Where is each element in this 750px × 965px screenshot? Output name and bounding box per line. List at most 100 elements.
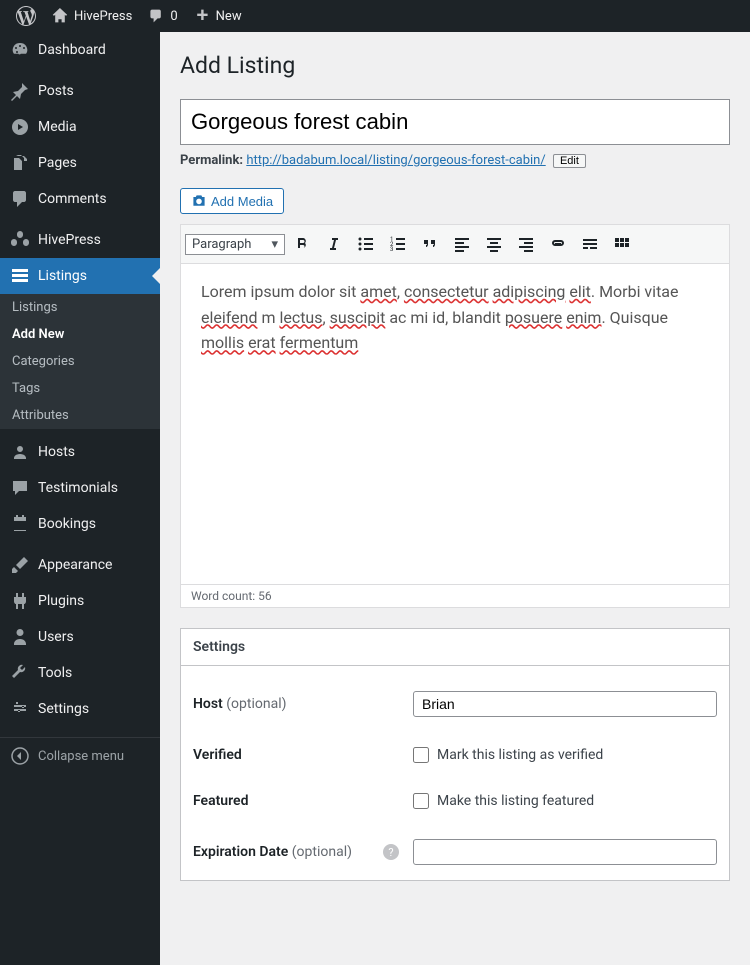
menu-posts[interactable]: Posts: [0, 73, 160, 109]
italic-button[interactable]: [319, 229, 349, 259]
permalink-row: Permalink: http://badabum.local/listing/…: [180, 153, 730, 168]
menu-label: Media: [38, 119, 77, 135]
more-button[interactable]: [575, 229, 605, 259]
brush-icon: [10, 555, 30, 575]
site-name[interactable]: HivePress: [44, 0, 140, 32]
ol-button[interactable]: 123: [383, 229, 413, 259]
svg-text:3: 3: [390, 246, 393, 253]
menu-label: Plugins: [38, 593, 84, 609]
menu-settings[interactable]: Settings: [0, 691, 160, 727]
link-button[interactable]: [543, 229, 573, 259]
submenu-listings: Listings Add New Categories Tags Attribu…: [0, 294, 160, 429]
menu-label: Listings: [38, 268, 87, 284]
toggle-toolbar-button[interactable]: [607, 229, 637, 259]
field-host: Host (optional): [193, 676, 717, 732]
new-label: New: [216, 9, 242, 24]
verified-label: Verified: [193, 747, 413, 763]
pin-icon: [10, 81, 30, 101]
plus-icon: [194, 8, 210, 24]
verified-checkbox[interactable]: [413, 747, 429, 763]
align-right-button[interactable]: [511, 229, 541, 259]
users-icon: [10, 442, 30, 462]
menu-hivepress[interactable]: HivePress: [0, 222, 160, 258]
menu-media[interactable]: Media: [0, 109, 160, 145]
expiration-input[interactable]: [413, 839, 717, 865]
field-featured: Featured Make this listing featured: [193, 778, 717, 824]
testimonial-icon: [10, 478, 30, 498]
media-icon: [10, 117, 30, 137]
wp-logo[interactable]: [8, 0, 44, 32]
dashboard-icon: [10, 40, 30, 60]
collapse-menu[interactable]: Collapse menu: [0, 737, 160, 774]
menu-appearance[interactable]: Appearance: [0, 547, 160, 583]
menu-label: Users: [38, 629, 74, 645]
menu-label: Hosts: [38, 444, 75, 460]
wordpress-icon: [16, 6, 36, 26]
menu-hosts[interactable]: Hosts: [0, 434, 160, 470]
home-icon: [52, 8, 68, 24]
submenu-item-attributes[interactable]: Attributes: [0, 402, 160, 429]
featured-checkbox-label: Make this listing featured: [437, 793, 594, 809]
bold-button[interactable]: [287, 229, 317, 259]
menu-listings[interactable]: Listings: [0, 258, 160, 294]
menu-comments[interactable]: Comments: [0, 181, 160, 217]
menu-tools[interactable]: Tools: [0, 655, 160, 691]
editor-toolbar: Paragraph 123: [181, 225, 729, 264]
format-select[interactable]: Paragraph: [185, 234, 285, 255]
permalink-link[interactable]: http://badabum.local/listing/gorgeous-fo…: [246, 153, 545, 168]
menu-label: Posts: [38, 83, 74, 99]
word-count: Word count: 56: [181, 584, 729, 607]
optional-label: (optional): [292, 844, 352, 860]
host-input[interactable]: [413, 691, 717, 717]
comments-link[interactable]: 0: [140, 0, 185, 32]
submenu-item-tags[interactable]: Tags: [0, 375, 160, 402]
align-left-button[interactable]: [447, 229, 477, 259]
add-media-button[interactable]: Add Media: [180, 188, 284, 214]
plugin-icon: [10, 591, 30, 611]
field-verified: Verified Mark this listing as verified: [193, 732, 717, 778]
editor: Paragraph 123 Lorem ipsum dolor sit amet…: [180, 224, 730, 608]
verified-checkbox-label: Mark this listing as verified: [437, 747, 603, 763]
quote-button[interactable]: [415, 229, 445, 259]
listing-title-input[interactable]: [180, 99, 730, 145]
camera-icon: [191, 193, 207, 209]
host-label: Host: [193, 696, 223, 712]
permalink-label: Permalink:: [180, 153, 243, 168]
collapse-label: Collapse menu: [38, 749, 124, 764]
menu-testimonials[interactable]: Testimonials: [0, 470, 160, 506]
menu-users[interactable]: Users: [0, 619, 160, 655]
ul-button[interactable]: [351, 229, 381, 259]
menu-dashboard[interactable]: Dashboard: [0, 32, 160, 68]
menu-label: Settings: [38, 701, 89, 717]
menu-bookings[interactable]: Bookings: [0, 506, 160, 542]
settings-box: Settings Host (optional) Verified Mark t…: [180, 628, 730, 881]
menu-pages[interactable]: Pages: [0, 145, 160, 181]
featured-checkbox[interactable]: [413, 793, 429, 809]
menu-label: Comments: [38, 191, 107, 207]
submenu-item-listings[interactable]: Listings: [0, 294, 160, 321]
listings-icon: [10, 266, 30, 286]
page-icon: [10, 153, 30, 173]
edit-slug-button[interactable]: Edit: [553, 154, 586, 168]
optional-label: (optional): [226, 696, 286, 712]
align-center-button[interactable]: [479, 229, 509, 259]
add-media-label: Add Media: [211, 194, 273, 209]
menu-label: HivePress: [38, 232, 101, 248]
expiration-label: Expiration Date: [193, 844, 288, 860]
menu-label: Dashboard: [38, 42, 106, 58]
menu-plugins[interactable]: Plugins: [0, 583, 160, 619]
hivepress-icon: [10, 230, 30, 250]
user-icon: [10, 627, 30, 647]
submenu-item-addnew[interactable]: Add New: [0, 321, 160, 348]
new-link[interactable]: New: [186, 0, 250, 32]
submenu-item-categories[interactable]: Categories: [0, 348, 160, 375]
collapse-icon: [10, 746, 30, 766]
site-name-label: HivePress: [74, 9, 132, 24]
comment-icon: [148, 8, 164, 24]
help-icon[interactable]: ?: [383, 844, 399, 860]
comment-icon: [10, 189, 30, 209]
menu-label: Bookings: [38, 516, 96, 532]
page-title: Add Listing: [180, 52, 730, 79]
menu-label: Appearance: [38, 557, 112, 573]
editor-content[interactable]: Lorem ipsum dolor sit amet, consectetur …: [181, 264, 729, 584]
